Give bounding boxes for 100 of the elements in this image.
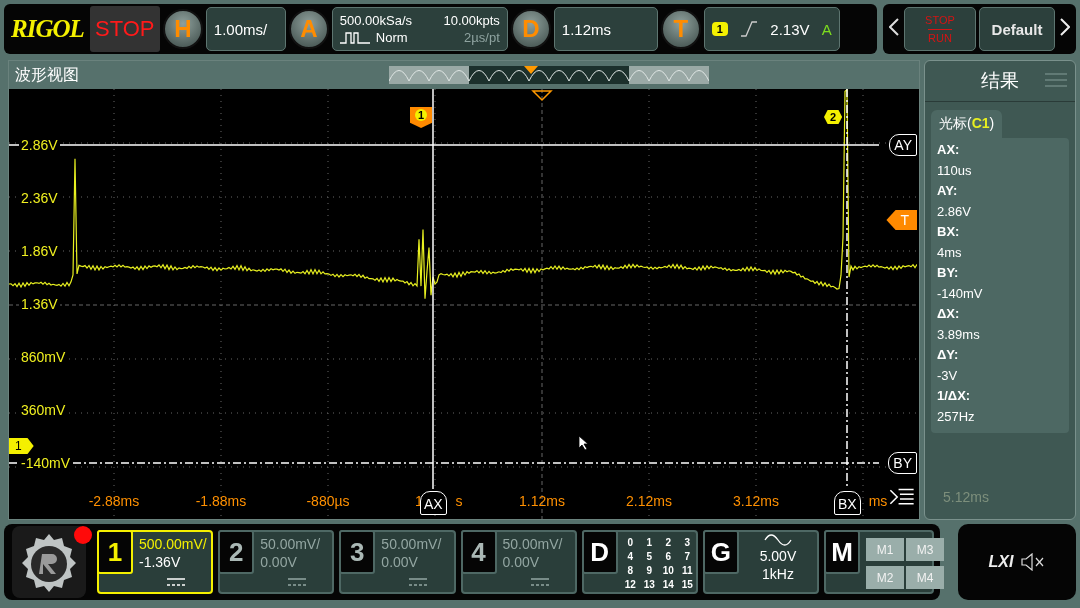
gear-logo-icon[interactable] bbox=[12, 526, 86, 598]
channel-offset: 0.00V bbox=[260, 554, 298, 570]
time-label: s bbox=[455, 493, 463, 509]
time-label: ms bbox=[868, 493, 888, 509]
chevron-left-icon bbox=[889, 18, 899, 36]
digital-channel: 6 bbox=[664, 550, 672, 564]
measurement-label: 1/ΔX: bbox=[937, 387, 972, 405]
voltage-label: 2.36V bbox=[19, 190, 60, 206]
channel-button[interactable]: 3 50.00mV/ 0.00V bbox=[339, 530, 456, 594]
rising-edge-icon bbox=[740, 21, 759, 37]
cursor-tag[interactable]: AX bbox=[420, 491, 447, 515]
pulse-icon bbox=[339, 31, 370, 44]
digital-channel: 3 bbox=[683, 536, 691, 550]
search-marker[interactable]: 1 bbox=[410, 107, 433, 128]
digital-channel: 2 bbox=[664, 536, 672, 550]
channel-scale: 500.00mV/ bbox=[139, 536, 207, 552]
time-scale: 1.00ms/ bbox=[213, 20, 268, 38]
search-marker[interactable]: 2 bbox=[824, 110, 843, 124]
memory-depth: 10.00kpts bbox=[443, 13, 500, 28]
lxi-logo: LXI bbox=[988, 553, 1014, 571]
time-resolution: 2µs/pt bbox=[464, 30, 500, 45]
channel-offset: 0.00V bbox=[502, 554, 541, 570]
digital-channel: 0 bbox=[626, 536, 634, 550]
channel-offset: 0.00V bbox=[381, 554, 419, 570]
trigger-level: 2.13V bbox=[770, 20, 810, 38]
time-label: 1.12ms bbox=[519, 493, 565, 509]
channel-button[interactable]: 4 50.00mV/ 0.00V bbox=[460, 530, 577, 594]
dc-coupling-icon bbox=[409, 578, 428, 586]
channel-number: 3 bbox=[339, 530, 376, 574]
sample-rate: 500.00kSa/s bbox=[339, 13, 413, 28]
generator-amplitude: 5.00V bbox=[759, 548, 797, 564]
dc-coupling-icon bbox=[167, 578, 185, 586]
mouse-pointer-icon bbox=[578, 435, 590, 451]
generator-button[interactable]: G 5.00V 1kHz bbox=[702, 530, 820, 594]
channel-offset: -1.36V bbox=[139, 554, 182, 570]
digital-channel: 4 bbox=[626, 550, 634, 564]
dc-coupling-icon bbox=[288, 578, 307, 586]
delay-value: 1.12ms bbox=[561, 20, 611, 38]
generator-frequency: 1kHz bbox=[762, 566, 794, 582]
cursor-tab[interactable]: 光标(C1) bbox=[931, 110, 1003, 138]
digital-channel: 1 bbox=[645, 536, 653, 550]
cursor-tag[interactable]: AY bbox=[889, 134, 917, 156]
digital-channel: 12 bbox=[623, 578, 637, 592]
digital-channel: 7 bbox=[683, 550, 691, 564]
measurement-value: -3V bbox=[937, 366, 959, 385]
measurement-label: AY: bbox=[937, 182, 959, 200]
trigger-sweep: A bbox=[821, 20, 832, 38]
measurement-label: AX: bbox=[937, 141, 961, 159]
channel-number: 4 bbox=[460, 530, 497, 574]
results-title: 结果 bbox=[981, 69, 1019, 93]
channel-scale: 50.00mV/ bbox=[260, 536, 321, 552]
time-label: 2.12ms bbox=[626, 493, 672, 509]
measurement-value: 257Hz bbox=[937, 407, 976, 426]
voltage-label: -140mV bbox=[19, 455, 73, 471]
digital-channel: 11 bbox=[680, 564, 694, 578]
digital-channel: 10 bbox=[661, 564, 675, 578]
voltage-label: 1.86V bbox=[19, 243, 60, 259]
channel-number: 2 bbox=[218, 530, 255, 574]
channel-scale: 50.00mV/ bbox=[381, 536, 442, 552]
measurement-value: 2.86V bbox=[937, 202, 972, 221]
acquire-mode: Norm bbox=[375, 30, 408, 45]
cursor-line[interactable] bbox=[9, 462, 880, 464]
trigger-source: 1 bbox=[711, 22, 728, 36]
generator-key: G bbox=[702, 530, 739, 574]
digital-channel: 13 bbox=[642, 578, 656, 592]
voltage-label: 1.36V bbox=[19, 296, 60, 312]
channel-number: 1 bbox=[97, 530, 133, 574]
measurement-value: 3.89ms bbox=[937, 325, 981, 344]
time-label: 3.12ms bbox=[733, 493, 779, 509]
dc-coupling-icon bbox=[530, 578, 549, 586]
digital-channel: 5 bbox=[645, 550, 653, 564]
trigger-position-marker[interactable] bbox=[531, 90, 553, 102]
cursor-tag[interactable]: BY bbox=[888, 452, 917, 474]
channel-scale: 50.00mV/ bbox=[502, 536, 563, 552]
time-label: -1.88ms bbox=[195, 493, 247, 509]
measurement-value: -140mV bbox=[937, 284, 984, 303]
sine-wave-icon bbox=[763, 534, 792, 546]
digital-channel: 8 bbox=[626, 564, 634, 578]
notification-dot bbox=[74, 526, 92, 544]
time-label: 5.12ms bbox=[943, 489, 989, 505]
measurement-value: 4ms bbox=[937, 243, 963, 262]
cursor-tag[interactable]: BX bbox=[834, 491, 861, 515]
measurement-label: ΔX: bbox=[937, 305, 961, 323]
voltage-label: 2.86V bbox=[19, 137, 60, 153]
voltage-label: 860mV bbox=[19, 349, 68, 365]
measurement-label: ΔY: bbox=[937, 346, 960, 364]
default-button[interactable]: Default bbox=[979, 7, 1055, 51]
digital-button[interactable]: D 0 1 2 3 4 5 6 7 8 9 10 11 12 13 14 15 bbox=[581, 530, 698, 594]
measurement-label: BX: bbox=[937, 223, 961, 241]
channel-button[interactable]: 2 50.00mV/ 0.00V bbox=[218, 530, 335, 594]
channel-marker[interactable]: 1 bbox=[9, 438, 34, 454]
time-label: -880µs bbox=[306, 493, 350, 509]
voltage-label: 360mV bbox=[19, 402, 68, 418]
channel-button[interactable]: 1 500.00mV/ -1.36V bbox=[97, 530, 214, 594]
digital-channel: 14 bbox=[661, 578, 675, 592]
measurement-value: 110us bbox=[937, 161, 973, 180]
math-key[interactable]: M bbox=[824, 530, 861, 574]
time-label: -2.88ms bbox=[88, 493, 140, 509]
digital-channel: 15 bbox=[680, 578, 694, 592]
cursor-line[interactable] bbox=[9, 144, 880, 146]
